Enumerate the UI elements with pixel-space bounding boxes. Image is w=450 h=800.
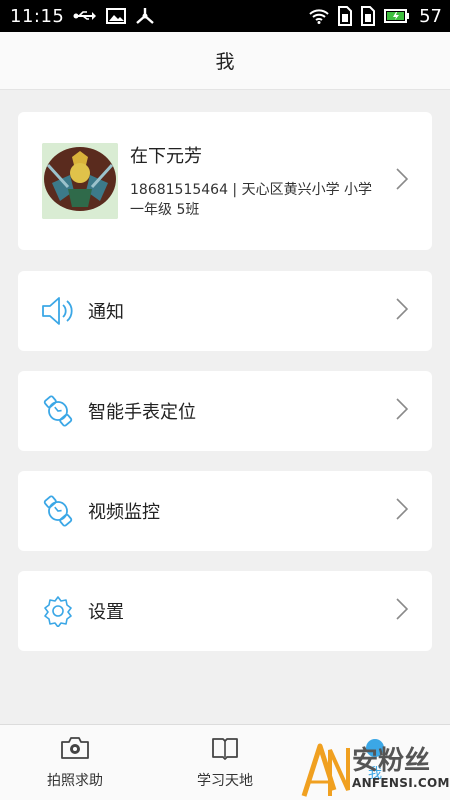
page-title: 我	[215, 51, 235, 73]
menu-item-video-monitoring[interactable]: 视频监控	[18, 471, 432, 551]
menu-item-label: 智能手表定位	[88, 402, 196, 423]
status-bar: 11:15 57	[0, 0, 450, 32]
image-icon	[106, 8, 127, 24]
menu-item-label: 视频监控	[88, 502, 160, 523]
usb-icon	[73, 9, 97, 23]
watermark-text-en: ANFENSI.COM	[352, 776, 450, 790]
wifi-icon	[309, 8, 329, 24]
battery-percent: 57	[419, 5, 442, 27]
menu-item-notifications[interactable]: 通知	[18, 271, 432, 351]
camera-icon	[60, 736, 90, 764]
sim-card-icon	[361, 6, 376, 26]
watermark-text-cn: 安粉丝	[352, 746, 431, 776]
share-icon	[135, 7, 155, 25]
profile-card[interactable]: 在下元芳 18681515464 | 天心区黄兴小学 小学一年级 5班	[18, 112, 432, 250]
chevron-right-icon	[396, 398, 409, 424]
profile-info: 18681515464 | 天心区黄兴小学 小学一年级 5班	[130, 182, 373, 218]
chevron-right-icon	[396, 168, 409, 194]
book-icon	[211, 736, 239, 764]
profile-name: 在下元芳	[130, 146, 202, 167]
nav-tab-photo-help[interactable]: 拍照求助	[0, 725, 150, 800]
chevron-right-icon	[396, 598, 409, 624]
avatar	[42, 143, 118, 219]
chevron-right-icon	[396, 298, 409, 324]
nav-label: 拍照求助	[47, 772, 103, 789]
nav-label: 学习天地	[197, 772, 253, 789]
sim-card-icon	[338, 6, 353, 26]
watch-icon	[40, 493, 76, 529]
top-bar: 我	[0, 32, 450, 90]
menu-item-watch-location[interactable]: 智能手表定位	[18, 371, 432, 451]
watch-icon	[40, 393, 76, 429]
gear-icon	[40, 593, 76, 629]
chevron-right-icon	[396, 498, 409, 524]
status-time: 11:15	[10, 5, 65, 27]
menu-item-label: 设置	[88, 602, 124, 623]
battery-charging-icon	[384, 9, 410, 23]
speaker-icon	[40, 293, 76, 329]
watermark-logo: 安粉丝 ANFENSI.COM	[300, 738, 450, 800]
nav-tab-learning[interactable]: 学习天地	[150, 725, 300, 800]
menu-item-label: 通知	[88, 302, 124, 323]
menu-item-settings[interactable]: 设置	[18, 571, 432, 651]
